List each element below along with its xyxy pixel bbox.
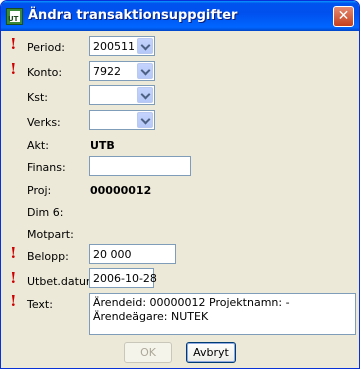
akt-value: UTB bbox=[90, 139, 115, 152]
close-button[interactable]: ✕ bbox=[333, 6, 354, 27]
period-value: 200511 bbox=[93, 40, 135, 53]
akt-label: Akt: bbox=[27, 139, 49, 152]
motpart-label: Motpart: bbox=[27, 228, 74, 241]
verks-label: Verks: bbox=[27, 116, 61, 129]
text-label: Text: bbox=[27, 298, 53, 311]
required-marker-utbet-datum: ! bbox=[10, 269, 17, 287]
period-label: Period: bbox=[27, 41, 66, 54]
konto-select[interactable]: 7922 bbox=[89, 61, 155, 81]
chevron-down-icon[interactable] bbox=[137, 63, 153, 79]
chevron-down-icon[interactable] bbox=[137, 87, 153, 103]
dialog-title: Ändra transaktionsuppgifter bbox=[28, 8, 238, 23]
period-select[interactable]: 200511 bbox=[89, 36, 155, 56]
belopp-label: Belopp: bbox=[27, 250, 69, 263]
kst-select[interactable] bbox=[89, 85, 155, 105]
required-marker-period: ! bbox=[10, 35, 17, 53]
chevron-down-icon[interactable] bbox=[137, 38, 153, 54]
ok-button[interactable]: OK bbox=[124, 342, 172, 363]
verks-select[interactable] bbox=[89, 110, 155, 130]
konto-label: Konto: bbox=[27, 66, 63, 79]
text-area[interactable]: Ärendeid: 00000012 Projektnamn: - Ärende… bbox=[89, 293, 356, 335]
required-marker-text: ! bbox=[10, 292, 17, 310]
dialog-window: UT Ändra transaktionsuppgifter ✕ ! Perio… bbox=[0, 0, 360, 369]
proj-label: Proj: bbox=[27, 184, 52, 197]
finans-label: Finans: bbox=[27, 161, 66, 174]
utbet-datum-value: 2006-10-28 bbox=[93, 272, 157, 285]
dim6-label: Dim 6: bbox=[27, 206, 64, 219]
required-marker-konto: ! bbox=[10, 60, 17, 78]
chevron-down-icon[interactable] bbox=[137, 112, 153, 128]
konto-value: 7922 bbox=[93, 65, 121, 78]
app-icon: UT bbox=[6, 8, 23, 25]
required-marker-belopp: ! bbox=[10, 244, 17, 262]
belopp-field[interactable]: 20 000 bbox=[89, 244, 176, 264]
title-bar[interactable]: UT Ändra transaktionsuppgifter ✕ bbox=[1, 1, 359, 31]
utbet-datum-field[interactable]: 2006-10-28 bbox=[89, 268, 157, 288]
belopp-value: 20 000 bbox=[93, 248, 132, 261]
cancel-button[interactable]: Avbryt bbox=[186, 342, 236, 363]
proj-value: 00000012 bbox=[90, 184, 152, 197]
kst-label: Kst: bbox=[27, 91, 48, 104]
finans-field[interactable] bbox=[89, 156, 191, 176]
